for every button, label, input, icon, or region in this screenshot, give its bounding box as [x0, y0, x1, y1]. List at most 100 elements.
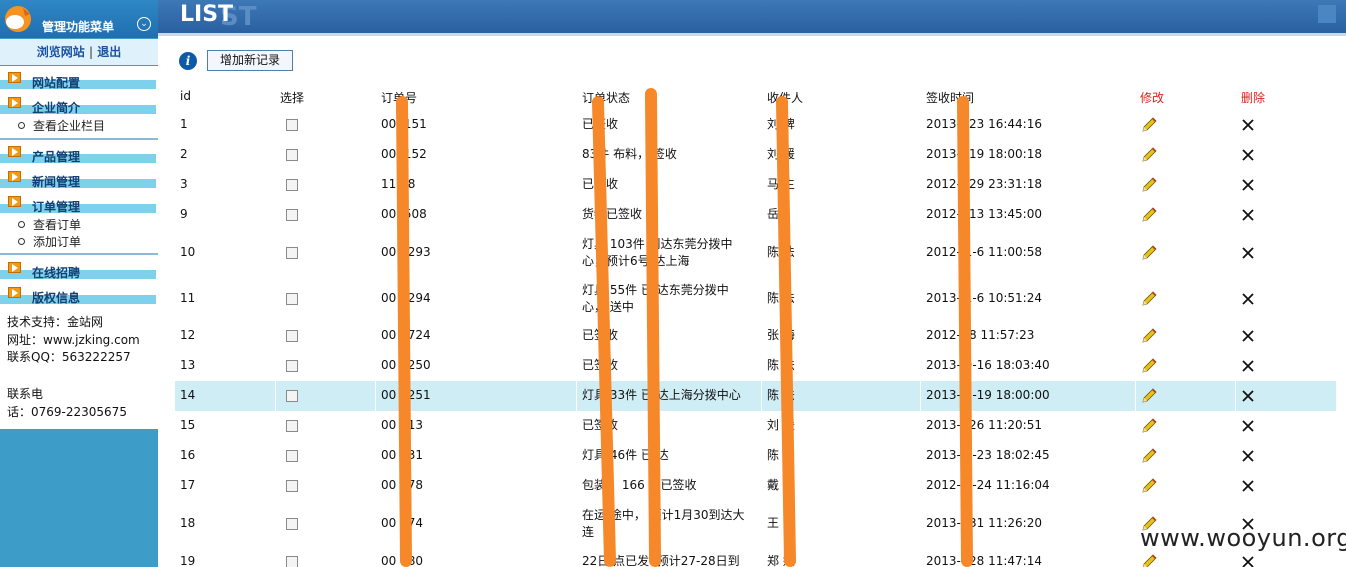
pencil-icon[interactable] — [1140, 176, 1158, 194]
arrow-icon — [8, 287, 21, 298]
row-checkbox[interactable] — [286, 450, 298, 462]
phone-number: 话：0769-22305675 — [7, 405, 127, 419]
sidebar-title: 管理功能菜单 — [42, 20, 115, 34]
x-icon[interactable] — [1241, 292, 1255, 306]
pencil-icon[interactable] — [1140, 477, 1158, 495]
table-row: 1300 0250已签收陈 法2013- 0-16 18:03:40 — [175, 351, 1336, 381]
cell-sign-time: 2013- 0-23 18:02:45 — [926, 448, 1050, 462]
x-icon[interactable] — [1241, 449, 1255, 463]
header-select: 选择 — [280, 91, 305, 105]
arrow-icon — [8, 97, 21, 108]
menu-site-config[interactable]: 网站配置 — [0, 69, 158, 91]
menu-news[interactable]: 新闻管理 — [0, 168, 158, 190]
x-icon[interactable] — [1241, 555, 1255, 567]
pencil-icon[interactable] — [1140, 290, 1158, 308]
row-checkbox[interactable] — [286, 360, 298, 372]
header-corner — [1318, 5, 1336, 23]
menu-label: 版权信息 — [32, 291, 81, 305]
row-checkbox[interactable] — [286, 179, 298, 191]
menu-label: 订单管理 — [32, 200, 81, 214]
table-row: 17 00 878 包装 ：166 ，已签收戴 锋 2012- 0-24 11:16:… — [175, 471, 1336, 501]
cell-id: 12 — [180, 328, 196, 342]
pencil-icon[interactable] — [1140, 387, 1158, 405]
row-checkbox[interactable] — [286, 420, 298, 432]
submenu-view-orders[interactable]: 查看订单 — [18, 216, 81, 233]
cell-id: 16 — [180, 448, 196, 462]
x-icon[interactable] — [1241, 389, 1255, 403]
user-avatar-icon — [5, 6, 31, 32]
arrow-icon — [8, 196, 21, 207]
bullet-icon — [18, 122, 25, 129]
pencil-icon[interactable] — [1140, 146, 1158, 164]
menu-recruitment[interactable]: 在线招聘 — [0, 259, 158, 281]
x-icon[interactable] — [1241, 479, 1255, 493]
submenu-view-company-column[interactable]: 查看企业栏目 — [18, 117, 105, 134]
header-delete: 删除 — [1241, 91, 1266, 105]
cell-sign-time: 2013- 0-16 18:03:40 — [926, 358, 1050, 372]
cell-id: 11 — [180, 291, 196, 305]
x-icon[interactable] — [1241, 359, 1255, 373]
row-checkbox[interactable] — [286, 149, 298, 161]
x-icon[interactable] — [1241, 419, 1255, 433]
pencil-icon[interactable] — [1140, 417, 1158, 435]
website-text: 网址：www.jzking.com — [7, 333, 140, 347]
menu-company-intro[interactable]: 企业简介 — [0, 94, 158, 116]
menu-copyright[interactable]: 版权信息 — [0, 284, 158, 306]
double-chevron-down-icon[interactable]: ⌄ — [137, 17, 151, 31]
cell-id: 9 — [180, 207, 188, 221]
cell-id: 15 — [180, 418, 196, 432]
cell-id: 1 — [180, 117, 188, 131]
pencil-icon[interactable] — [1140, 357, 1158, 375]
cell-id: 3 — [180, 177, 188, 191]
row-checkbox[interactable] — [286, 390, 298, 402]
pencil-icon[interactable] — [1140, 116, 1158, 134]
sidebar-menu: 网站配置 企业简介 查看企业栏目 产品管理 新闻管理 订单管理 查看订单 添加订… — [0, 66, 158, 429]
pencil-icon[interactable] — [1140, 447, 1158, 465]
x-icon[interactable] — [1241, 208, 1255, 222]
pencil-icon[interactable] — [1140, 327, 1158, 345]
row-checkbox[interactable] — [286, 293, 298, 305]
pencil-icon[interactable] — [1140, 553, 1158, 567]
header-edit: 修改 — [1140, 91, 1165, 105]
row-checkbox[interactable] — [286, 480, 298, 492]
sidebar: 管理功能菜单 ⌄ 浏览网站 | 退出 网站配置 企业简介 查看企业栏目 产品管理… — [0, 0, 158, 567]
browse-site-link[interactable]: 浏览网站 — [37, 45, 85, 59]
table-row: 9001508货物已签收岳 2012- -13 13:45:00 — [175, 200, 1336, 230]
cell-sign-time: 2012- -8 11:57:23 — [926, 328, 1035, 342]
menu-orders[interactable]: 订单管理 — [0, 193, 158, 215]
menu-products[interactable]: 产品管理 — [0, 143, 158, 165]
x-icon[interactable] — [1241, 246, 1255, 260]
arrow-icon — [8, 171, 21, 182]
table-row: 311 48已签收马 生2012- -29 23:31:18 — [175, 170, 1336, 200]
x-icon[interactable] — [1241, 118, 1255, 132]
sidebar-footer — [0, 429, 158, 567]
cell-sign-time: 2013- 1-6 10:51:24 — [926, 291, 1042, 305]
table-row: 1100 0294灯具 55件 已 达东莞分拨中心， 送中陈 法2013- 1-… — [175, 276, 1336, 321]
cell-id: 19 — [180, 554, 196, 567]
row-checkbox[interactable] — [286, 556, 298, 567]
cell-sign-time: 2013- -28 11:47:14 — [926, 554, 1042, 567]
logout-link[interactable]: 退出 — [97, 45, 121, 59]
x-icon[interactable] — [1241, 329, 1255, 343]
pencil-icon[interactable] — [1140, 244, 1158, 262]
x-icon[interactable] — [1241, 178, 1255, 192]
cell-id: 10 — [180, 245, 196, 259]
cell-id: 17 — [180, 478, 196, 492]
x-icon[interactable] — [1241, 148, 1255, 162]
add-record-button[interactable]: 增加新记录 — [207, 50, 293, 71]
cell-id: 13 — [180, 358, 196, 372]
cell-sign-time: 2013- -19 18:00:18 — [926, 147, 1042, 161]
arrow-icon — [8, 146, 21, 157]
cell-sign-time: 2013- -23 16:44:16 — [926, 117, 1042, 131]
pencil-icon[interactable] — [1140, 206, 1158, 224]
menu-label: 在线招聘 — [32, 266, 81, 280]
row-checkbox[interactable] — [286, 119, 298, 131]
cell-id: 14 — [180, 388, 196, 402]
menu-label: 新闻管理 — [32, 175, 81, 189]
row-checkbox[interactable] — [286, 209, 298, 221]
row-checkbox[interactable] — [286, 247, 298, 259]
row-checkbox[interactable] — [286, 518, 298, 530]
bullet-icon — [18, 221, 25, 228]
row-checkbox[interactable] — [286, 330, 298, 342]
submenu-add-order[interactable]: 添加订单 — [18, 233, 81, 250]
